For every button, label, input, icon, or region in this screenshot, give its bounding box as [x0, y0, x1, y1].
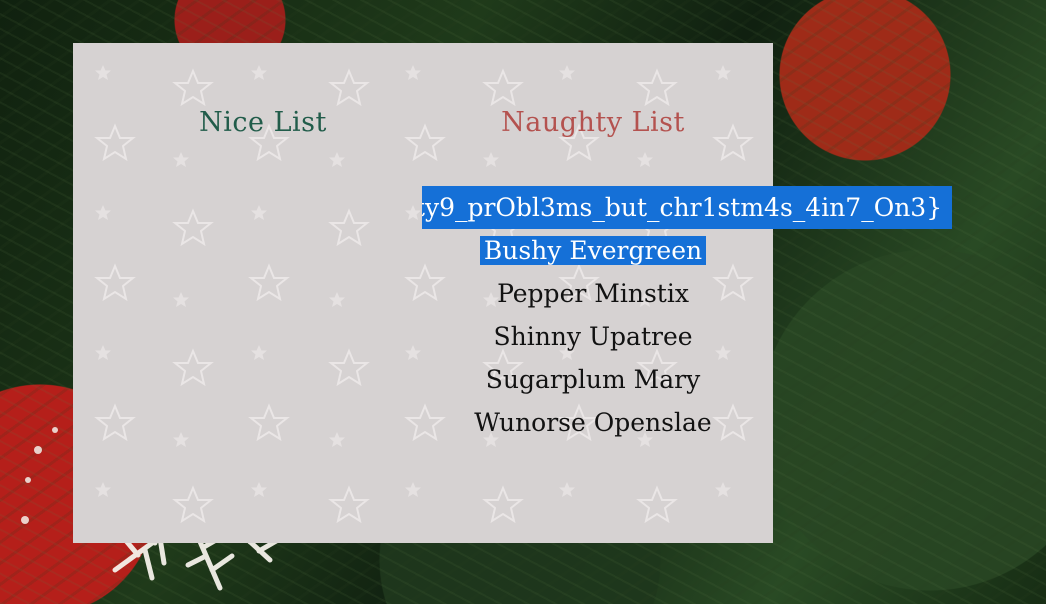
naughty-list: Bushy Evergreen Pepper Minstix Shinny Up…: [253, 186, 933, 444]
naughty-list-item[interactable]: Sugarplum Mary: [253, 358, 933, 401]
naughty-list-item[interactable]: Pepper Minstix: [253, 272, 933, 315]
naughty-list-flag-spacer: [253, 186, 933, 229]
santa-list-card: Nice List Naughty List nety9_prObl3ms_bu…: [73, 43, 953, 543]
naughty-list-title: Naughty List: [501, 107, 685, 138]
naughty-list-item[interactable]: Wunorse Openslae: [253, 401, 933, 444]
selected-name-bushy-evergreen[interactable]: Bushy Evergreen: [479, 236, 707, 265]
naughty-list-item[interactable]: Shinny Upatree: [253, 315, 933, 358]
nice-list-title: Nice List: [199, 107, 327, 138]
naughty-list-item[interactable]: Bushy Evergreen: [253, 229, 933, 272]
